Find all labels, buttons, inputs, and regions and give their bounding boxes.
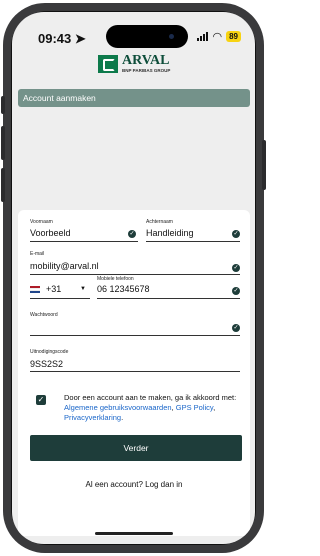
privacy-link[interactable]: Privacyverklaring — [64, 413, 121, 422]
phone-valid-check-icon: ✓ — [232, 287, 240, 295]
first-name-field[interactable]: Voorbeeld — [30, 228, 71, 238]
consent-prefix: Door een account aan te maken, ga ik akk… — [64, 393, 237, 402]
password-valid-check-icon: ✓ — [232, 324, 240, 332]
first-name-underline — [30, 241, 138, 242]
chevron-down-icon[interactable]: ▼ — [80, 286, 86, 292]
page-title: Account aanmaken — [18, 89, 250, 107]
last-name-field[interactable]: Handleiding — [146, 228, 194, 238]
phone-label: Mobiele telefoon — [97, 276, 134, 282]
logo-text: ARVAL BNP PARIBAS GROUP — [122, 54, 170, 74]
phone-volume-down — [1, 168, 5, 202]
invite-code-label: Uitnodigingscode — [30, 349, 69, 355]
phone-field[interactable]: 06 12345678 — [97, 284, 150, 294]
email-underline — [30, 274, 240, 275]
signal-icon — [197, 32, 209, 41]
consent-checkbox[interactable]: ✓ — [36, 395, 46, 405]
logo-subtitle: BNP PARIBAS GROUP — [122, 68, 171, 73]
consent-separator-2: , — [213, 403, 216, 412]
terms-link[interactable]: Algemene gebruiksvoorwaarden — [64, 403, 172, 412]
phone-volume-up — [1, 126, 5, 160]
arval-logo: ARVAL BNP PARIBAS GROUP — [98, 54, 170, 74]
country-code-select[interactable]: +31 — [46, 284, 61, 294]
invite-code-field[interactable]: 9SS2S2 — [30, 359, 63, 369]
phone-power-button — [262, 140, 266, 190]
last-name-underline — [146, 241, 240, 242]
gps-policy-link[interactable]: GPS Policy — [176, 403, 213, 412]
phone-mute-switch — [1, 96, 5, 114]
camera-icon — [169, 34, 174, 39]
first-name-valid-check-icon: ✓ — [128, 230, 136, 238]
submit-button[interactable]: Verder — [30, 435, 242, 461]
password-label: Wachtwoord — [30, 312, 58, 318]
status-indicators: ◠ 89 — [197, 30, 241, 43]
first-name-label: Voornaam — [30, 219, 53, 225]
email-label: E-mail — [30, 251, 45, 257]
email-field[interactable]: mobility@arval.nl — [30, 261, 99, 271]
battery-icon: 89 — [226, 31, 241, 42]
home-indicator[interactable] — [95, 532, 173, 535]
invite-code-underline — [30, 371, 240, 372]
consent-text: Door een account aan te maken, ga ik akk… — [64, 393, 244, 423]
wifi-icon: ◠ — [212, 31, 223, 43]
email-valid-check-icon: ✓ — [232, 264, 240, 272]
netherlands-flag-icon[interactable] — [30, 286, 40, 293]
status-time-text: 09:43 — [38, 31, 72, 46]
login-link[interactable]: Al een account? Log dan in — [18, 480, 250, 489]
status-time: 09:43 ➤ — [38, 31, 86, 47]
country-code-underline — [30, 298, 90, 299]
last-name-valid-check-icon: ✓ — [232, 230, 240, 238]
phone-underline — [97, 298, 240, 299]
arval-logo-mark-icon — [98, 54, 118, 73]
status-bar: 09:43 ➤ ◠ 89 — [12, 12, 255, 56]
app-screen: 09:43 ➤ ◠ 89 ARVAL BNP PARIBAS GROUP Acc… — [12, 12, 255, 544]
dynamic-island — [106, 25, 188, 48]
last-name-label: Achternaam — [146, 219, 173, 225]
registration-form: Voornaam Voorbeeld ✓ Achternaam Handleid… — [18, 210, 250, 536]
logo-name: ARVAL — [122, 53, 170, 68]
consent-suffix: . — [121, 413, 124, 422]
location-arrow-icon: ➤ — [74, 31, 86, 46]
password-underline — [30, 335, 240, 336]
